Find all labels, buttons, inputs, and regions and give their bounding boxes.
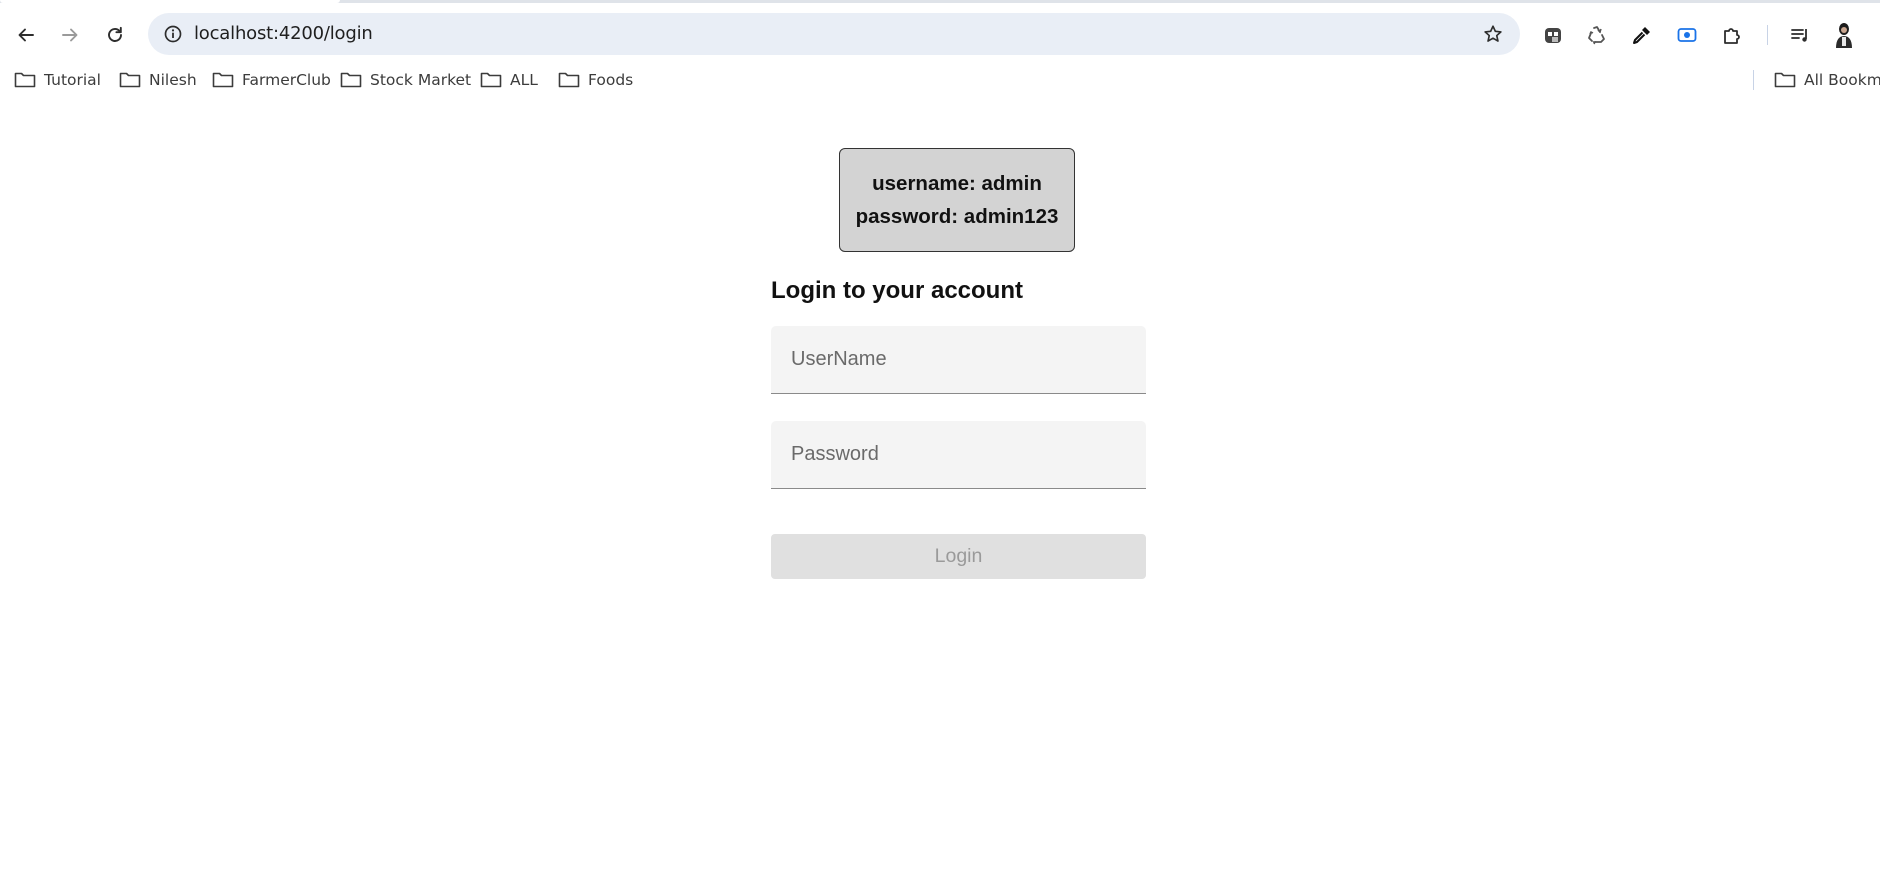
folder-icon (14, 72, 36, 88)
arrow-right-icon (62, 28, 78, 42)
bookmark-label: FarmerClub (242, 71, 331, 89)
folder-icon (340, 72, 362, 88)
bookmark-folder-farmerclub[interactable]: FarmerClub (212, 65, 331, 95)
star-icon (1484, 25, 1502, 42)
folder-icon (1774, 72, 1796, 88)
bookmark-folder-tutorial[interactable]: Tutorial (14, 65, 101, 95)
eyedropper-extension-icon (1633, 27, 1650, 44)
bookmarks-bar: Tutorial Nilesh FarmerClub Stock Market … (0, 65, 1880, 99)
toolbar-separator (1767, 25, 1768, 45)
hint-password-text: password: admin123 (855, 205, 1059, 228)
bookmark-star-button[interactable] (1478, 19, 1508, 49)
bookmark-label: Stock Market (370, 71, 472, 89)
arrow-left-icon (18, 28, 34, 42)
back-button[interactable] (8, 17, 44, 53)
all-bookmarks-label: All Bookma (1804, 71, 1880, 89)
username-field[interactable] (771, 326, 1146, 394)
bookmark-label: ALL (510, 71, 538, 89)
extensions-button[interactable] (1716, 19, 1748, 51)
profile-button[interactable] (1828, 19, 1860, 51)
reload-button[interactable] (97, 17, 133, 53)
login-heading: Login to your account (771, 277, 1023, 304)
recycle-extension-button[interactable] (1581, 19, 1613, 51)
folder-icon (119, 72, 141, 88)
screen-record-extension-icon (1677, 28, 1697, 42)
browser-toolbar: localhost:4200/login (0, 3, 1880, 65)
screen-record-extension-button[interactable] (1671, 19, 1703, 51)
bookmark-label: Nilesh (149, 71, 197, 89)
username-input[interactable] (771, 326, 1146, 393)
ghost-extension-button[interactable] (1537, 19, 1569, 51)
bookmark-folder-stock-market[interactable]: Stock Market (340, 65, 471, 95)
bookmark-label: Tutorial (44, 71, 101, 89)
hint-username-text: username: admin (872, 172, 1042, 195)
bookmark-folder-all[interactable]: ALL (480, 65, 538, 95)
forward-button[interactable] (52, 17, 88, 53)
folder-icon (480, 72, 502, 88)
folder-icon (558, 72, 580, 88)
bookmark-label: Foods (588, 71, 634, 89)
eyedropper-extension-button[interactable] (1626, 19, 1658, 51)
info-icon (164, 25, 182, 43)
password-input[interactable] (771, 421, 1146, 488)
all-bookmarks-button[interactable]: All Bookma (1774, 65, 1880, 95)
media-queue-button[interactable] (1784, 19, 1816, 51)
puzzle-extensions-icon (1724, 28, 1740, 44)
bookmark-folder-foods[interactable]: Foods (558, 65, 633, 95)
ghost-extension-icon (1545, 28, 1561, 43)
reload-icon (108, 26, 122, 42)
media-queue-icon (1791, 29, 1807, 42)
bookmark-folder-nilesh[interactable]: Nilesh (119, 65, 197, 95)
password-field[interactable] (771, 421, 1146, 489)
address-bar[interactable]: localhost:4200/login (148, 13, 1520, 55)
credentials-hint-box: username: admin password: admin123 (839, 148, 1075, 252)
profile-avatar-icon (1836, 23, 1852, 48)
recycle-extension-icon (1588, 26, 1605, 45)
url-text[interactable]: localhost:4200/login (194, 13, 373, 55)
bookmarks-separator (1753, 70, 1754, 90)
login-button[interactable]: Login (771, 534, 1146, 579)
site-info-button[interactable] (158, 19, 188, 49)
folder-icon (212, 72, 234, 88)
